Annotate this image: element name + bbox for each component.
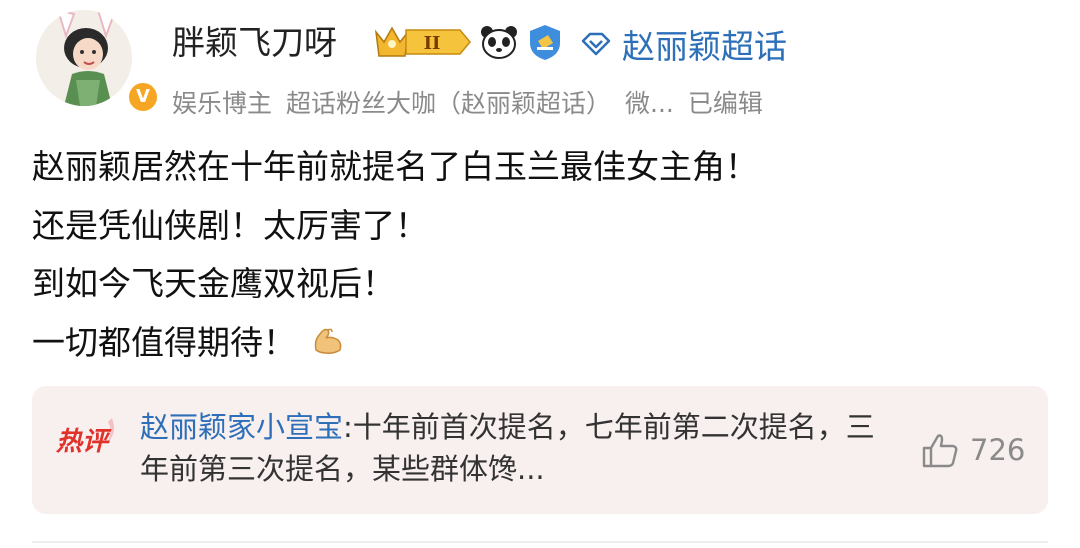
vip-crown-badge-icon[interactable]: II: [372, 22, 472, 62]
meta-source: 微...: [625, 89, 674, 118]
post-line: 还是凭仙侠剧！太厉害了！: [32, 205, 428, 245]
supertopic-link[interactable]: 赵丽颖超话: [580, 20, 787, 68]
panda-icon: [481, 26, 517, 59]
meta-edited: 已编辑: [687, 89, 763, 118]
post-line: 赵丽颖居然在十年前就提名了白玉兰最佳女主角！: [32, 147, 758, 186]
post-header: V 胖颖飞刀呀 II 赵丽颖超话 娱乐博主 超话粉丝大咖（赵丽颖超话） 微...…: [0, 0, 1080, 125]
post-body: 赵丽颖居然在十年前就提名了白玉兰最佳女主角！ 还是凭仙侠剧！太厉害了！ 到如今飞…: [32, 138, 1052, 372]
hot-comment-author[interactable]: 赵丽颖家小宣宝: [140, 410, 343, 444]
meta-role-1: 娱乐博主: [172, 89, 273, 118]
shield-icon: [530, 25, 560, 60]
hot-comment-label: 热评: [55, 418, 114, 457]
post-line-last: 一切都值得期待！: [32, 314, 1052, 373]
user-badges: II: [372, 18, 564, 66]
vip-level-text: II: [424, 33, 441, 54]
meta-role-2: 超话粉丝大咖（赵丽颖超话）: [286, 89, 612, 118]
thumbs-up-icon: [922, 434, 958, 468]
like-button[interactable]: 726: [920, 430, 1025, 470]
avatar[interactable]: [36, 10, 132, 106]
verified-badge-icon: V: [126, 80, 160, 114]
avatar-container[interactable]: V: [28, 0, 160, 120]
hot-comment-label-text: 热评: [55, 427, 112, 457]
post-line: 到如今飞天金鹰双视后！: [32, 264, 395, 303]
flexed-biceps-icon: [314, 328, 342, 354]
hot-comment-separator: :: [343, 410, 353, 444]
post-line: 一切都值得期待！: [32, 322, 296, 362]
hot-comment-text: 赵丽颖家小宣宝:十年前首次提名，七年前第二次提名，三年前第三次提名，某些群体馋.…: [140, 406, 880, 490]
diamond-icon: [581, 32, 611, 56]
supertopic-name: 赵丽颖超话: [622, 27, 787, 66]
bottom-divider: [32, 541, 1048, 543]
post-meta: 娱乐博主 超话粉丝大咖（赵丽颖超话） 微... 已编辑: [172, 84, 777, 120]
like-count: 726: [970, 433, 1026, 467]
hot-comment-card[interactable]: 热评 赵丽颖家小宣宝:十年前首次提名，七年前第二次提名，三年前第三次提名，某些群…: [32, 386, 1048, 514]
username[interactable]: 胖颖飞刀呀: [172, 16, 337, 64]
avatar-illustration: [36, 10, 132, 106]
